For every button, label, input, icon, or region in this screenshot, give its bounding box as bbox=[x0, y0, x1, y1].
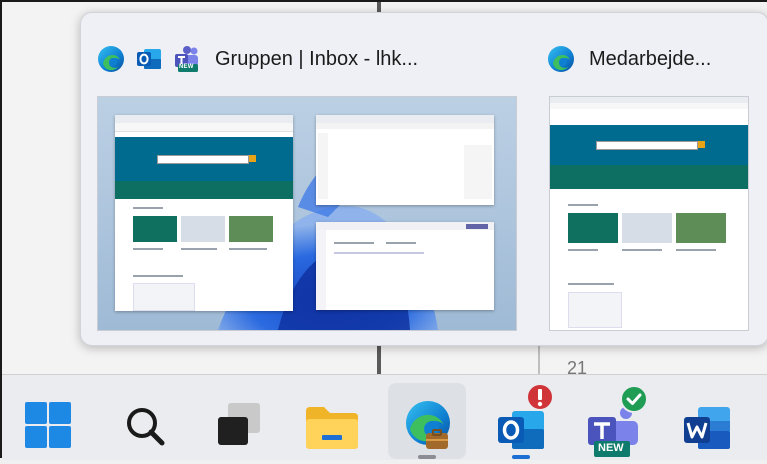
edge-icon bbox=[97, 45, 125, 73]
start-button[interactable] bbox=[10, 383, 88, 459]
windows-logo-icon bbox=[24, 401, 72, 454]
task-view-button[interactable] bbox=[202, 383, 280, 459]
taskbar: NEW bbox=[2, 374, 767, 460]
preview-card-medarbejde[interactable]: Medarbejde... bbox=[547, 13, 757, 347]
teams-new-badge: NEW bbox=[179, 64, 194, 70]
edge-icon bbox=[547, 45, 575, 73]
checkmark-badge-icon bbox=[620, 385, 648, 418]
file-explorer-button[interactable] bbox=[294, 383, 372, 459]
teams-new-label: NEW bbox=[598, 442, 624, 454]
taskbar-preview-popup: NEW Gruppen | Inbox - lhk... Medarbejde.… bbox=[80, 12, 767, 346]
alert-badge-icon bbox=[526, 383, 554, 416]
preview-card-header: Medarbejde... bbox=[547, 39, 711, 79]
folder-icon bbox=[304, 405, 360, 456]
edge-icon bbox=[402, 399, 454, 456]
word-icon bbox=[682, 403, 734, 458]
preview-card-header: NEW Gruppen | Inbox - lhk... bbox=[97, 39, 418, 79]
thumb-whiteboard-window bbox=[316, 115, 494, 205]
word-button[interactable] bbox=[670, 383, 748, 459]
search-icon bbox=[124, 405, 166, 452]
thumb-outlook-window bbox=[316, 222, 494, 310]
outlook-button[interactable] bbox=[482, 383, 560, 459]
preview-thumbnail[interactable] bbox=[97, 96, 517, 331]
preview-card-title: Medarbejde... bbox=[589, 47, 712, 70]
preview-thumbnail[interactable] bbox=[549, 96, 749, 331]
thumb-browser-window bbox=[115, 115, 293, 311]
outlook-icon bbox=[135, 45, 163, 73]
preview-card-title: Gruppen | Inbox - lhk... bbox=[215, 47, 419, 70]
active-window-indicator bbox=[418, 455, 436, 459]
preview-card-gruppen[interactable]: NEW Gruppen | Inbox - lhk... bbox=[97, 13, 517, 347]
teams-icon: NEW bbox=[173, 45, 201, 73]
edge-button[interactable] bbox=[388, 383, 466, 459]
task-view-icon bbox=[214, 401, 264, 454]
teams-button[interactable]: NEW bbox=[576, 383, 654, 459]
active-window-indicator bbox=[512, 455, 530, 459]
search-button[interactable] bbox=[106, 383, 184, 459]
